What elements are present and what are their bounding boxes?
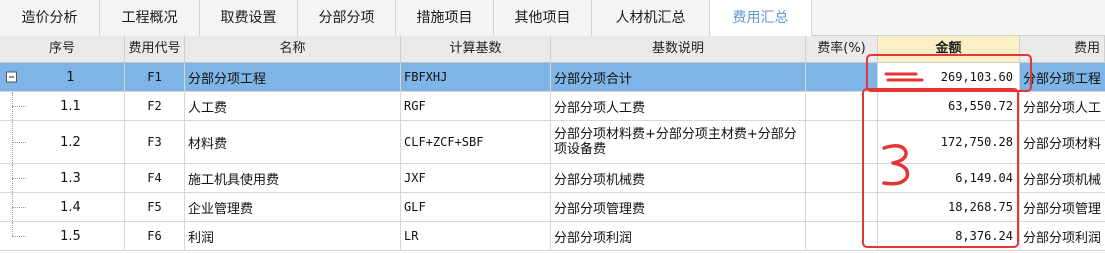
- row-seq-cell: 1.3: [0, 164, 125, 192]
- row-seq: 1.5: [60, 228, 81, 244]
- tab-project-overview[interactable]: 工程概况: [100, 0, 200, 36]
- row-rate[interactable]: [806, 193, 878, 221]
- tree-branch: [12, 178, 26, 180]
- row-code: F4: [125, 164, 185, 192]
- fee-summary-window: 造价分析 工程概况 取费设置 分部分项 措施项目 其他项目 人材机汇总 费用汇总…: [0, 0, 1105, 253]
- tree-branch: [12, 207, 26, 209]
- row-desc: 分部分项利润: [551, 222, 806, 250]
- tree-branch: [12, 236, 26, 238]
- table-row[interactable]: 1.1 F2 人工费 RGF 分部分项人工费 63,550.72 分部分项人工: [0, 92, 1105, 121]
- col-header-seq[interactable]: 序号: [0, 36, 125, 62]
- tab-fee-summary[interactable]: 费用汇总: [710, 0, 812, 36]
- row-code: F6: [125, 222, 185, 250]
- row-seq-cell: 1.2: [0, 121, 125, 163]
- col-header-type[interactable]: 费用: [1020, 36, 1105, 62]
- row-amount: 8,376.24: [878, 222, 1020, 250]
- tree-branch: [12, 142, 26, 144]
- tree-branch: [12, 106, 26, 108]
- col-header-amount[interactable]: 金额: [878, 36, 1020, 62]
- table-row[interactable]: 1.4 F5 企业管理费 GLF 分部分项管理费 18,268.75 分部分项管…: [0, 193, 1105, 222]
- tab-measures[interactable]: 措施项目: [396, 0, 494, 36]
- row-rate[interactable]: [806, 63, 878, 91]
- row-type: 分部分项人工: [1023, 100, 1102, 116]
- row-name[interactable]: 材料费: [185, 121, 401, 163]
- row-seq-cell: 1.1: [0, 92, 125, 120]
- table-row[interactable]: 1.3 F4 施工机具使用费 JXF 分部分项机械费 6,149.04 分部分项…: [0, 164, 1105, 193]
- row-name[interactable]: 分部分项工程: [185, 63, 401, 91]
- row-type: 分部分项工程: [1023, 71, 1102, 87]
- table-row[interactable]: 1.2 F3 材料费 CLF+ZCF+SBF 分部分项材料费+分部分项主材费+分…: [0, 121, 1105, 164]
- row-rate[interactable]: [806, 92, 878, 120]
- row-base[interactable]: LR: [401, 222, 551, 250]
- row-desc: 分部分项合计: [551, 63, 806, 91]
- row-seq: 1.2: [60, 134, 81, 150]
- row-seq-cell: 1.4: [0, 193, 125, 221]
- col-header-code[interactable]: 费用代号: [125, 36, 185, 62]
- row-amount: 6,149.04: [878, 164, 1020, 192]
- tab-fee-settings[interactable]: 取费设置: [200, 0, 298, 36]
- row-code: F2: [125, 92, 185, 120]
- row-name[interactable]: 人工费: [185, 92, 401, 120]
- row-rate[interactable]: [806, 121, 878, 163]
- row-code: F5: [125, 193, 185, 221]
- col-header-desc[interactable]: 基数说明: [551, 36, 806, 62]
- col-header-name[interactable]: 名称: [185, 36, 401, 62]
- row-amount: 63,550.72: [878, 92, 1020, 120]
- row-base[interactable]: GLF: [401, 193, 551, 221]
- row-type: 分部分项利润: [1023, 230, 1102, 246]
- row-seq: 1: [66, 69, 75, 85]
- table-row[interactable]: 1 F1 分部分项工程 FBFXHJ 分部分项合计 269,103.60 分部分…: [0, 63, 1105, 92]
- row-desc: 分部分项材料费+分部分项主材费+分部分项设备费: [551, 121, 806, 163]
- row-name[interactable]: 企业管理费: [185, 193, 401, 221]
- row-seq-cell: 1: [0, 63, 125, 91]
- row-type: 分部分项管理: [1023, 201, 1102, 217]
- col-header-rate[interactable]: 费率(%): [806, 36, 878, 62]
- tab-other-items[interactable]: 其他项目: [494, 0, 592, 36]
- tab-sub-items[interactable]: 分部分项: [298, 0, 396, 36]
- row-type: 分部分项材料: [1023, 136, 1102, 152]
- row-rate[interactable]: [806, 222, 878, 250]
- tab-labor-material-machine[interactable]: 人材机汇总: [592, 0, 710, 36]
- row-type: 分部分项机械: [1023, 172, 1102, 188]
- row-seq: 1.3: [60, 170, 81, 186]
- row-rate[interactable]: [806, 164, 878, 192]
- row-code: F1: [125, 63, 185, 91]
- tree-line: [12, 222, 14, 236]
- row-code: F3: [125, 121, 185, 163]
- table-row[interactable]: 1.5 F6 利润 LR 分部分项利润 8,376.24 分部分项利润: [0, 222, 1105, 251]
- row-seq: 1.1: [60, 98, 81, 114]
- table-header: 序号 费用代号 名称 计算基数 基数说明 费率(%) 金额 费用: [0, 36, 1105, 63]
- row-desc: 分部分项管理费: [551, 193, 806, 221]
- row-amount: 18,268.75: [878, 193, 1020, 221]
- row-seq: 1.4: [60, 199, 81, 215]
- row-seq-cell: 1.5: [0, 222, 125, 250]
- row-amount: 269,103.60: [878, 63, 1020, 91]
- tab-cost-analysis[interactable]: 造价分析: [0, 0, 100, 36]
- row-desc: 分部分项人工费: [551, 92, 806, 120]
- row-base[interactable]: CLF+ZCF+SBF: [401, 121, 551, 163]
- row-name[interactable]: 施工机具使用费: [185, 164, 401, 192]
- minus-box-icon[interactable]: [6, 71, 17, 83]
- module-tab-bar: 造价分析 工程概况 取费设置 分部分项 措施项目 其他项目 人材机汇总 费用汇总: [0, 0, 1105, 36]
- row-amount: 172,750.28: [878, 121, 1020, 163]
- col-header-base[interactable]: 计算基数: [401, 36, 551, 62]
- row-desc: 分部分项机械费: [551, 164, 806, 192]
- row-base[interactable]: FBFXHJ: [401, 63, 551, 91]
- row-base[interactable]: RGF: [401, 92, 551, 120]
- row-name[interactable]: 利润: [185, 222, 401, 250]
- row-base[interactable]: JXF: [401, 164, 551, 192]
